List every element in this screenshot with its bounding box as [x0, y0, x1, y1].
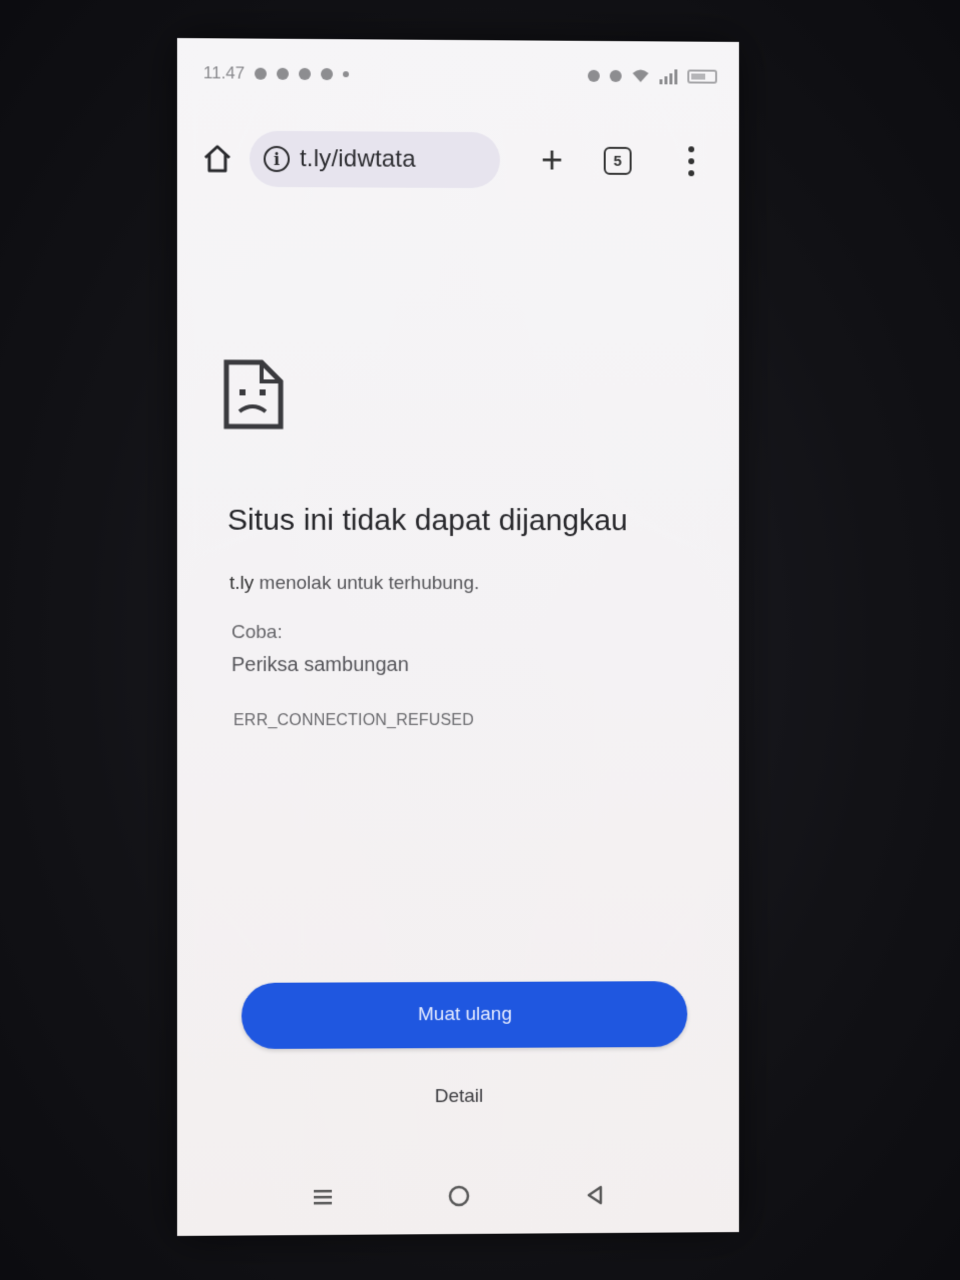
status-right [587, 68, 718, 85]
new-tab-button[interactable]: + [530, 138, 574, 182]
browser-toolbar: i t.ly/idwtata + 5 [177, 126, 739, 193]
tab-count: 5 [613, 152, 622, 170]
url-text: t.ly/idwtata [299, 145, 416, 173]
wifi-icon [632, 69, 649, 83]
error-code: ERR_CONNECTION_REFUSED [233, 711, 474, 730]
reload-button[interactable]: Muat ulang [241, 981, 688, 1050]
battery-icon [687, 69, 718, 84]
notification-icon [276, 67, 289, 80]
vibrate-icon [587, 69, 600, 82]
navigation-bar [177, 1164, 739, 1228]
back-icon [583, 1183, 607, 1207]
details-button[interactable]: Detail [177, 1085, 739, 1110]
nav-home-icon [448, 1185, 470, 1207]
home-icon [203, 144, 230, 172]
sad-page-icon [223, 358, 283, 434]
tab-switcher-button[interactable]: 5 [603, 146, 632, 175]
suggestion-check-connection: Periksa sambungan [231, 654, 409, 677]
notification-icon [254, 67, 267, 80]
more-vert-icon[interactable] [681, 139, 701, 183]
status-bar: 11.47 [177, 38, 739, 112]
error-host: t.ly [229, 572, 254, 594]
nav-home-button[interactable] [441, 1178, 477, 1214]
status-left: 11.47 [203, 63, 350, 84]
error-title: Situs ini tidak dapat dijangkau [227, 503, 628, 538]
home-button[interactable] [195, 136, 239, 180]
notification-icon [299, 67, 312, 81]
recents-button[interactable] [305, 1179, 341, 1215]
signal-icon [659, 68, 678, 85]
plus-icon: + [540, 139, 563, 182]
more-notifications-icon [343, 71, 350, 78]
phone-screen: 11.47 i t.ly/idwtata + 5 Situs ini tidak… [177, 38, 740, 1236]
error-description-text: menolak untuk terhubung. [253, 572, 480, 595]
try-label: Coba: [231, 621, 283, 644]
notification-icon [321, 68, 334, 81]
back-button[interactable] [577, 1177, 613, 1213]
recents-icon [313, 1189, 332, 1205]
error-description: t.ly menolak untuk terhubung. [229, 573, 479, 595]
data-icon [609, 69, 622, 83]
address-bar[interactable]: i t.ly/idwtata [249, 130, 500, 189]
status-time: 11.47 [203, 63, 245, 83]
info-icon[interactable]: i [263, 145, 290, 173]
